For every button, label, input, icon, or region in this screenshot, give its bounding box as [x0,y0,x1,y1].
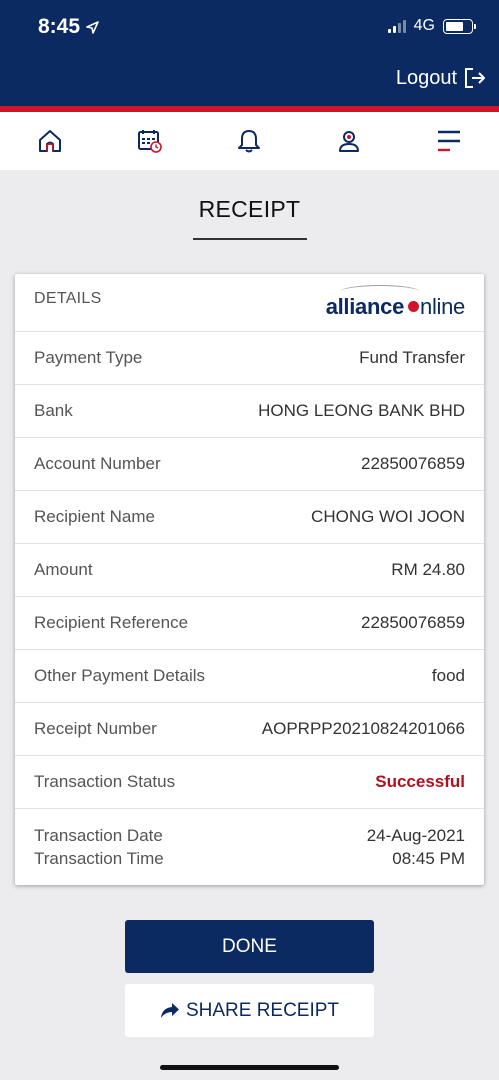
nav-notifications[interactable] [200,112,300,170]
battery-icon [443,18,476,34]
logout-label: Logout [395,66,457,89]
row-label: Payment Type [34,348,143,367]
page-title: RECEIPT [198,196,301,222]
status-indicators: 4G [387,17,476,35]
share-arrow-icon [160,1002,179,1018]
bottom-nav [0,112,499,170]
status-time-text: 8:45 [38,15,81,38]
row-label: Other Payment Details [34,666,206,685]
row-value: food [431,666,465,685]
home-icon [38,130,61,152]
nav-home[interactable] [0,112,100,170]
row-other-payment-details: Other Payment Details food [15,650,484,703]
done-button[interactable]: DONE [125,920,374,973]
signal-icon [387,19,406,33]
logo-dot [408,301,420,312]
details-label: DETAILS [34,289,102,307]
row-account-number: Account Number 22850076859 [15,438,484,491]
share-receipt-button[interactable]: SHARE RECEIPT [125,984,374,1037]
row-label: Bank [34,401,73,420]
transaction-date-label: Transaction Date [34,826,163,845]
profile-icon [339,131,360,152]
row-label: Transaction Status [34,772,176,791]
done-button-label: DONE [222,935,277,957]
logout-button[interactable]: Logout [396,66,487,90]
row-bank: Bank HONG LEONG BANK BHD [15,385,484,438]
share-button-label: SHARE RECEIPT [185,999,340,1021]
location-arrow-icon [86,20,99,34]
title-underline [193,238,307,240]
row-payment-type: Payment Type Fund Transfer [15,332,484,385]
row-receipt-number: Receipt Number AOPRPP20210824201066 [15,703,484,756]
row-amount: Amount RM 24.80 [15,544,484,597]
menu-icon [438,130,461,152]
row-transaction-datetime: Transaction Date Transaction Time 24-Aug… [15,809,484,885]
row-label: Amount [34,560,93,579]
calendar-icon [137,130,162,153]
network-label: 4G [413,17,435,34]
status-time: 8:45 [38,15,99,39]
row-label: Recipient Reference [34,613,189,632]
row-label: Receipt Number [34,719,157,738]
row-value: HONG LEONG BANK BHD [258,401,465,420]
row-label: Account Number [34,454,161,473]
logout-icon [465,68,485,88]
nav-profile[interactable] [299,112,399,170]
row-value: AOPRPP20210824201066 [261,719,465,738]
receipt-card: DETAILS alliance nline Payment Type Fund… [15,274,484,885]
bell-icon [238,130,261,153]
row-value: RM 24.80 [391,560,465,579]
alliance-online-logo: alliance nline [326,284,465,320]
nav-menu[interactable] [399,112,499,170]
datetime-values: 24-Aug-2021 08:45 PM [367,824,465,870]
row-recipient-reference: Recipient Reference 22850076859 [15,597,484,650]
row-recipient-name: Recipient Name CHONG WOI JOON [15,491,484,544]
row-value: 22850076859 [360,613,465,632]
row-value: 22850076859 [360,454,465,473]
transaction-date-value: 24-Aug-2021 [366,826,465,845]
card-header: DETAILS alliance nline [15,274,484,332]
transaction-time-label: Transaction Time [34,849,164,868]
row-value: CHONG WOI JOON [311,507,465,526]
transaction-time-value: 08:45 PM [392,849,465,868]
status-badge: Successful [375,772,465,791]
row-transaction-status: Transaction Status Successful [15,756,484,809]
logo-text-online: nline [420,293,465,319]
row-value: Fund Transfer [359,348,465,367]
home-indicator[interactable] [160,1065,339,1070]
nav-calendar[interactable] [100,112,200,170]
row-label: Recipient Name [34,507,155,526]
app-header: 8:45 4G Logout [0,0,499,106]
datetime-labels: Transaction Date Transaction Time [34,824,164,870]
